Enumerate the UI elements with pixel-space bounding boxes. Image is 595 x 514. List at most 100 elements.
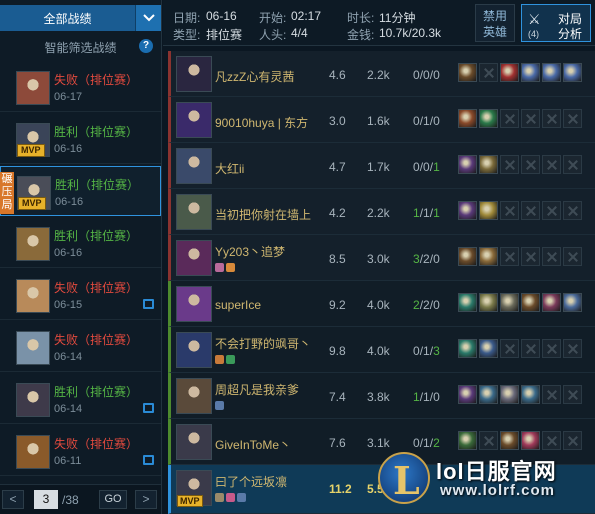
player-name[interactable]: 曰了个远坂凛 <box>215 473 287 490</box>
item-icon[interactable] <box>479 247 498 266</box>
player-name[interactable]: 周超凡是我亲爹 <box>215 381 299 398</box>
kda-deaths: 2 <box>423 298 430 312</box>
item-icon[interactable] <box>479 385 498 404</box>
kda-assists: 0 <box>433 68 440 82</box>
game-result: 失败（排位赛） <box>54 333 139 347</box>
item-icon[interactable] <box>542 293 561 312</box>
item-icon[interactable] <box>479 109 498 128</box>
player-row[interactable]: 凡zzZ心有灵茜 4.6 2.2k 0/0/0 <box>168 51 595 97</box>
item-icon[interactable] <box>500 431 519 450</box>
item-slots <box>458 339 582 358</box>
player-name[interactable]: superIce <box>215 298 261 312</box>
game-list-item[interactable]: 失败（排位赛） 06-17 <box>0 62 161 112</box>
item-icon[interactable] <box>521 293 540 312</box>
empty-item-slot-icon <box>500 155 519 174</box>
game-list-item[interactable]: 胜利（排位赛） 06-14 <box>0 374 161 424</box>
player-row[interactable]: Yy203丶追梦 8.5 3.0k 3/2/0 <box>168 235 595 281</box>
item-icon[interactable] <box>458 385 477 404</box>
empty-item-slot-icon <box>563 339 582 358</box>
item-icon[interactable] <box>458 339 477 358</box>
game-result: 失败（排位赛） <box>54 281 139 295</box>
honor-badge-icon <box>226 493 235 502</box>
screenshot-icon[interactable] <box>143 299 154 309</box>
player-kda: 2/2/0 <box>413 298 440 312</box>
chevron-down-icon[interactable] <box>135 5 161 31</box>
kda-deaths: 1 <box>423 436 430 450</box>
player-row[interactable]: 不会打野的飒哥丶 9.8 4.0k 0/1/3 <box>168 327 595 373</box>
filter-dropdown[interactable]: 全部战绩 <box>0 5 161 31</box>
honor-badge-icon <box>226 263 235 272</box>
player-name[interactable]: GiveInToMe丶 <box>215 436 291 453</box>
player-row[interactable]: 90010huya | 东方 3.0 1.6k 0/1/0 <box>168 97 595 143</box>
kda-kills: 2 <box>413 298 420 312</box>
player-name[interactable]: 不会打野的飒哥丶 <box>215 335 311 352</box>
item-slots <box>458 109 582 128</box>
honor-badge-icon <box>237 493 246 502</box>
item-icon[interactable] <box>521 385 540 404</box>
honor-badge-icon <box>215 355 224 364</box>
player-gold: 2.2k <box>367 68 390 82</box>
game-list-item[interactable]: 失败（排位赛） 06-11 <box>0 426 161 476</box>
empty-item-slot-icon <box>500 247 519 266</box>
type-label: 类型: <box>173 28 201 42</box>
player-row[interactable]: superIce 9.2 4.0k 2/2/0 <box>168 281 595 327</box>
game-list-item[interactable]: MVP 胜利（排位赛） 06-16 <box>0 166 161 216</box>
gold-value: 10.7k/20.3k <box>379 26 442 40</box>
item-icon[interactable] <box>542 63 561 82</box>
item-icon[interactable] <box>458 201 477 220</box>
player-name[interactable]: Yy203丶追梦 <box>215 243 285 260</box>
kda-deaths: 0 <box>423 68 430 82</box>
item-icon[interactable] <box>458 155 477 174</box>
next-page-button[interactable]: > <box>135 490 157 509</box>
item-icon[interactable] <box>521 431 540 450</box>
current-page[interactable]: 3 <box>34 490 58 509</box>
go-button[interactable]: GO <box>99 490 127 509</box>
item-icon[interactable] <box>500 63 519 82</box>
banned-heroes-button[interactable]: 禁用 英雄 <box>475 4 515 42</box>
item-icon[interactable] <box>521 63 540 82</box>
player-row[interactable]: 当初把你射在墙上 4.2 2.2k 1/1/1 <box>168 189 595 235</box>
item-icon[interactable] <box>458 431 477 450</box>
empty-item-slot-icon <box>542 431 561 450</box>
player-name[interactable]: 凡zzZ心有灵茜 <box>215 68 294 85</box>
player-name[interactable]: 大红ii <box>215 160 244 177</box>
item-slots <box>458 293 582 312</box>
honor-badges <box>215 263 235 272</box>
watermark-url: www.lolrf.com <box>440 482 555 499</box>
game-list-item[interactable]: 失败（排位赛） 06-14 <box>0 322 161 372</box>
player-gold: 3.0k <box>367 252 390 266</box>
item-icon[interactable] <box>479 293 498 312</box>
item-icon[interactable] <box>458 109 477 128</box>
empty-item-slot-icon <box>479 431 498 450</box>
kda-assists: 2 <box>433 436 440 450</box>
item-icon[interactable] <box>563 63 582 82</box>
help-icon[interactable]: ? <box>139 39 153 53</box>
kda-assists: 1 <box>433 160 440 174</box>
item-icon[interactable] <box>500 293 519 312</box>
player-row[interactable]: 大红ii 4.7 1.7k 0/0/1 <box>168 143 595 189</box>
player-name[interactable]: 当初把你射在墙上 <box>215 206 311 223</box>
game-result: 胜利（排位赛） <box>54 229 139 243</box>
smart-filter[interactable]: 智能筛选战绩 ? <box>0 34 161 60</box>
screenshot-icon[interactable] <box>143 403 154 413</box>
screenshot-icon[interactable] <box>143 455 154 465</box>
game-list-item[interactable]: 胜利（排位赛） 06-16 <box>0 218 161 268</box>
honor-badge-icon <box>215 401 224 410</box>
player-row[interactable]: 周超凡是我亲爹 7.4 3.8k 1/1/0 <box>168 373 595 419</box>
analysis-count: (4) <box>528 29 539 39</box>
item-icon[interactable] <box>479 339 498 358</box>
prev-page-button[interactable]: < <box>2 490 24 509</box>
match-analysis-button[interactable]: ⚔ (4) 对局 分析 <box>521 4 591 42</box>
crossed-swords-icon: ⚔ <box>528 11 541 27</box>
item-icon[interactable] <box>458 293 477 312</box>
item-icon[interactable] <box>500 385 519 404</box>
item-icon[interactable] <box>479 155 498 174</box>
game-list-item[interactable]: MVP 胜利（排位赛） 06-16 <box>0 114 161 164</box>
player-name[interactable]: 90010huya | 东方 <box>215 114 308 131</box>
item-icon[interactable] <box>458 63 477 82</box>
game-list-item[interactable]: 失败（排位赛） 06-15 <box>0 270 161 320</box>
item-icon[interactable] <box>458 247 477 266</box>
item-icon[interactable] <box>479 201 498 220</box>
player-score: 8.5 <box>329 252 346 266</box>
item-icon[interactable] <box>563 293 582 312</box>
